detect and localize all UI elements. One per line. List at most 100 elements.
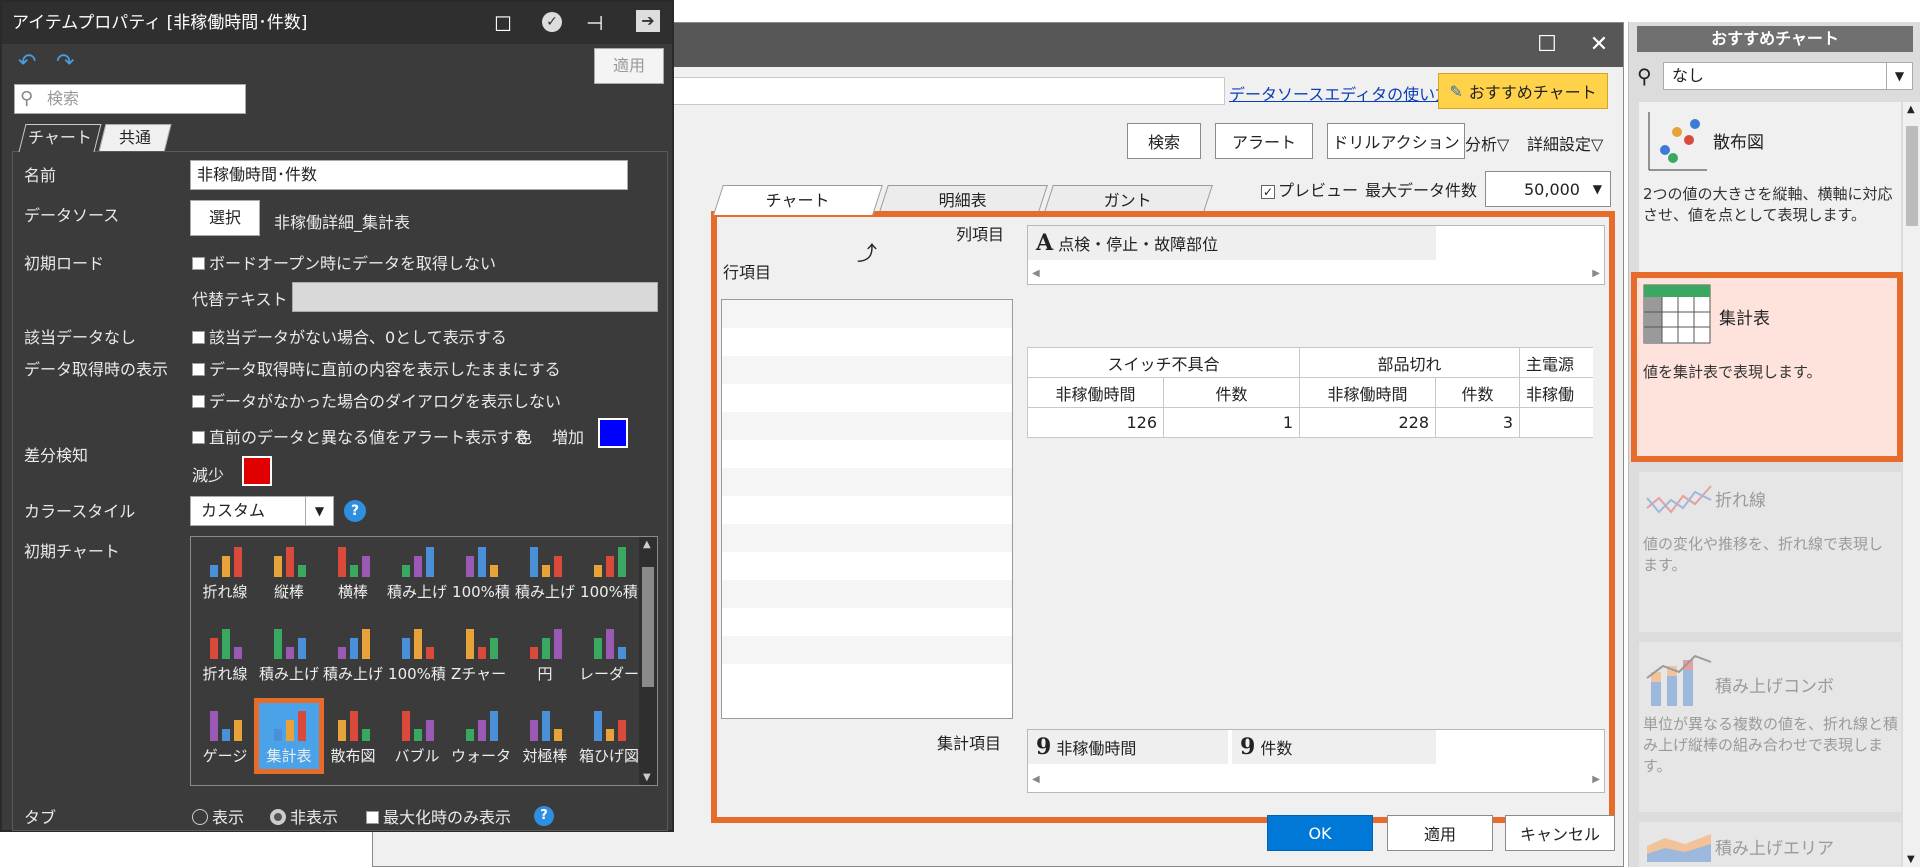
help-icon[interactable]: ? — [534, 806, 554, 826]
initial-load-checkbox[interactable]: ボードオープン時にデータを取得しない — [192, 250, 496, 274]
color-style-select[interactable]: カスタム ▼ — [190, 496, 334, 526]
number-field-icon: 9 — [1240, 734, 1256, 760]
alert-button[interactable]: アラート — [1215, 123, 1313, 159]
chart-type-option[interactable]: 積み上げ — [515, 539, 575, 605]
row-field-dropzone[interactable] — [721, 299, 1013, 719]
chevron-down-icon: ▼ — [1886, 63, 1912, 89]
col-field-dropzone[interactable]: A 点検・停止・故障部位 ◀ ▶ — [1027, 225, 1605, 285]
chart-type-option[interactable]: 対極棒 — [515, 703, 575, 769]
max-rows-label: 最大データ件数 — [1365, 181, 1478, 200]
gallery-scrollbar[interactable]: ▲ ▼ — [639, 537, 657, 785]
increase-color-swatch[interactable] — [598, 418, 628, 448]
decrease-label: 減少 — [192, 466, 225, 485]
detail-settings-menu[interactable]: 詳細設定▽ — [1527, 131, 1603, 155]
chart-type-option[interactable]: 箱ひげ図 — [579, 703, 639, 769]
help-icon[interactable]: ? — [344, 500, 366, 522]
chart-type-label: 積み上げ — [515, 583, 575, 601]
cancel-button[interactable]: キャンセル — [1505, 815, 1615, 851]
tab-show-radio[interactable]: 表示 — [192, 804, 244, 828]
agg-field-scrollbar[interactable]: ◀ ▶ — [1028, 774, 1604, 790]
chart-type-option[interactable]: 散布図 — [323, 703, 383, 769]
recommend-item-title: 散布図 — [1713, 133, 1764, 153]
check-icon[interactable]: ✓ — [542, 12, 562, 32]
close-icon[interactable]: ✕ — [1585, 31, 1613, 59]
alt-text-field[interactable] — [292, 282, 658, 312]
swap-icon[interactable]: ⤴ — [857, 237, 877, 266]
chart-type-option[interactable]: 折れ線 — [195, 621, 255, 687]
chart-type-label: 積み上げ — [259, 665, 319, 683]
chart-type-option[interactable]: 100%積 — [451, 539, 511, 605]
chart-type-option[interactable]: 縦棒 — [259, 539, 319, 605]
chart-type-option[interactable]: レーダー — [579, 621, 639, 687]
preview-checkbox[interactable]: ✓ プレビュー — [1261, 177, 1358, 201]
col-field-chip[interactable]: A 点検・停止・故障部位 — [1028, 226, 1436, 260]
recommend-item-line[interactable]: 折れ線 値の変化や推移を、折れ線で表現します。 — [1639, 472, 1901, 632]
search-input[interactable]: 検索 — [14, 84, 246, 114]
chart-type-icon — [586, 703, 632, 745]
keep-content-checkbox[interactable]: データ取得時に直前の内容を表示したままにする — [192, 356, 561, 380]
chart-type-option[interactable]: ゲージ — [195, 703, 255, 769]
chart-type-icon — [330, 621, 376, 663]
recommend-item-pivot[interactable]: 集計表 値を集計表で表現します。 — [1631, 272, 1903, 462]
chart-type-label: 100%積 — [580, 583, 638, 601]
chart-type-icon — [458, 621, 504, 663]
chart-type-option[interactable]: 積み上げ — [259, 621, 319, 687]
chart-type-option[interactable]: 100%積 — [387, 621, 447, 687]
hide-dialog-checkbox[interactable]: データがなかった場合のダイアログを表示しない — [192, 388, 561, 412]
chart-type-option[interactable]: Zチャート — [451, 621, 511, 687]
tab-chart[interactable]: チャート — [713, 185, 883, 215]
chart-type-label: バブル — [394, 747, 440, 765]
maximize-icon[interactable]: ☐ — [1533, 31, 1561, 59]
help-link[interactable]: データソースエディタの使い方 — [1229, 81, 1451, 105]
chart-type-option[interactable]: 円 — [515, 621, 575, 687]
recommend-item-stacked-area[interactable]: 積み上げエリア — [1639, 822, 1901, 867]
recommend-item-scatter[interactable]: 散布図 2つの値の大きさを縦軸、横軸に対応させ、値を点として表現します。 — [1639, 102, 1901, 272]
analysis-menu[interactable]: 分析▽ — [1465, 131, 1509, 155]
pivot-subheader: 件数 — [1435, 377, 1520, 408]
drill-action-button[interactable]: ドリルアクション — [1327, 123, 1465, 159]
recommend-chart-button[interactable]: ✎ おすすめチャート — [1438, 73, 1608, 109]
chart-type-option[interactable]: バブル — [387, 703, 447, 769]
agg-field-dropzone[interactable]: 9 非稼働時間 9 件数 ◀ ▶ — [1027, 729, 1605, 793]
top-text-field[interactable] — [669, 77, 1225, 105]
chart-type-option[interactable]: 横棒 — [323, 539, 383, 605]
apply-button[interactable]: 適用 — [594, 48, 664, 84]
col-field-scrollbar[interactable]: ◀ ▶ — [1028, 268, 1604, 284]
filter-select[interactable]: なし ▼ — [1663, 62, 1913, 90]
redo-icon[interactable]: ↷ — [56, 50, 74, 75]
agg-field-chip[interactable]: 9 件数 — [1232, 730, 1436, 764]
name-field[interactable]: 非稼働時間･件数 — [190, 160, 628, 190]
recommend-item-title: 積み上げエリア — [1715, 839, 1834, 859]
alt-text-label: 代替テキスト — [192, 290, 288, 309]
tab-common[interactable]: 共通 — [98, 124, 172, 152]
chart-type-option[interactable]: 100%積 — [579, 539, 639, 605]
select-button[interactable]: 選択 — [190, 200, 260, 236]
pivot-group-header: スイッチ不具合 — [1027, 347, 1300, 378]
maximize-icon[interactable]: ☐ — [494, 12, 512, 36]
ok-button[interactable]: OK — [1267, 815, 1373, 851]
chart-type-label: 折れ線 — [202, 665, 248, 683]
undo-icon[interactable]: ↶ — [18, 50, 36, 75]
recommend-item-stacked-combo[interactable]: 積み上げコンボ 単位が異なる複数の値を、折れ線と積み上げ縦棒の組み合わせで表現し… — [1639, 642, 1901, 812]
dock-icon[interactable]: ➔ — [636, 10, 660, 32]
search-button[interactable]: 検索 — [1127, 123, 1201, 159]
chart-type-option[interactable]: 折れ線 — [195, 539, 255, 605]
label-datasource: データソース — [24, 206, 120, 225]
chart-type-option[interactable]: ウォータ — [451, 703, 511, 769]
tab-chart[interactable]: チャート — [18, 124, 102, 152]
diff-alert-checkbox[interactable]: 直前のデータと異なる値をアラート表示する — [192, 424, 529, 448]
tab-maximized-only-checkbox[interactable]: 最大化時のみ表示 — [366, 804, 511, 828]
max-rows-select[interactable]: 50,000 ▼ — [1485, 171, 1611, 207]
pin-icon[interactable]: ⊣ — [586, 11, 603, 35]
chart-type-option[interactable]: 積み上げ — [387, 539, 447, 605]
tab-hide-radio[interactable]: 非表示 — [270, 804, 338, 828]
chart-type-icon — [202, 703, 248, 745]
chart-type-option-selected[interactable]: 集計表 — [254, 698, 324, 774]
no-data-checkbox[interactable]: 該当データがない場合、0として表示する — [192, 324, 507, 348]
pivot-group-header: 主電源 — [1519, 347, 1593, 378]
agg-field-chip[interactable]: 9 非稼働時間 — [1028, 730, 1228, 764]
chart-type-option[interactable]: 積み上げ — [323, 621, 383, 687]
apply-button[interactable]: 適用 — [1387, 815, 1493, 851]
decrease-color-swatch[interactable] — [242, 456, 272, 486]
recommend-scrollbar[interactable]: ▲ ▼ — [1903, 102, 1920, 867]
